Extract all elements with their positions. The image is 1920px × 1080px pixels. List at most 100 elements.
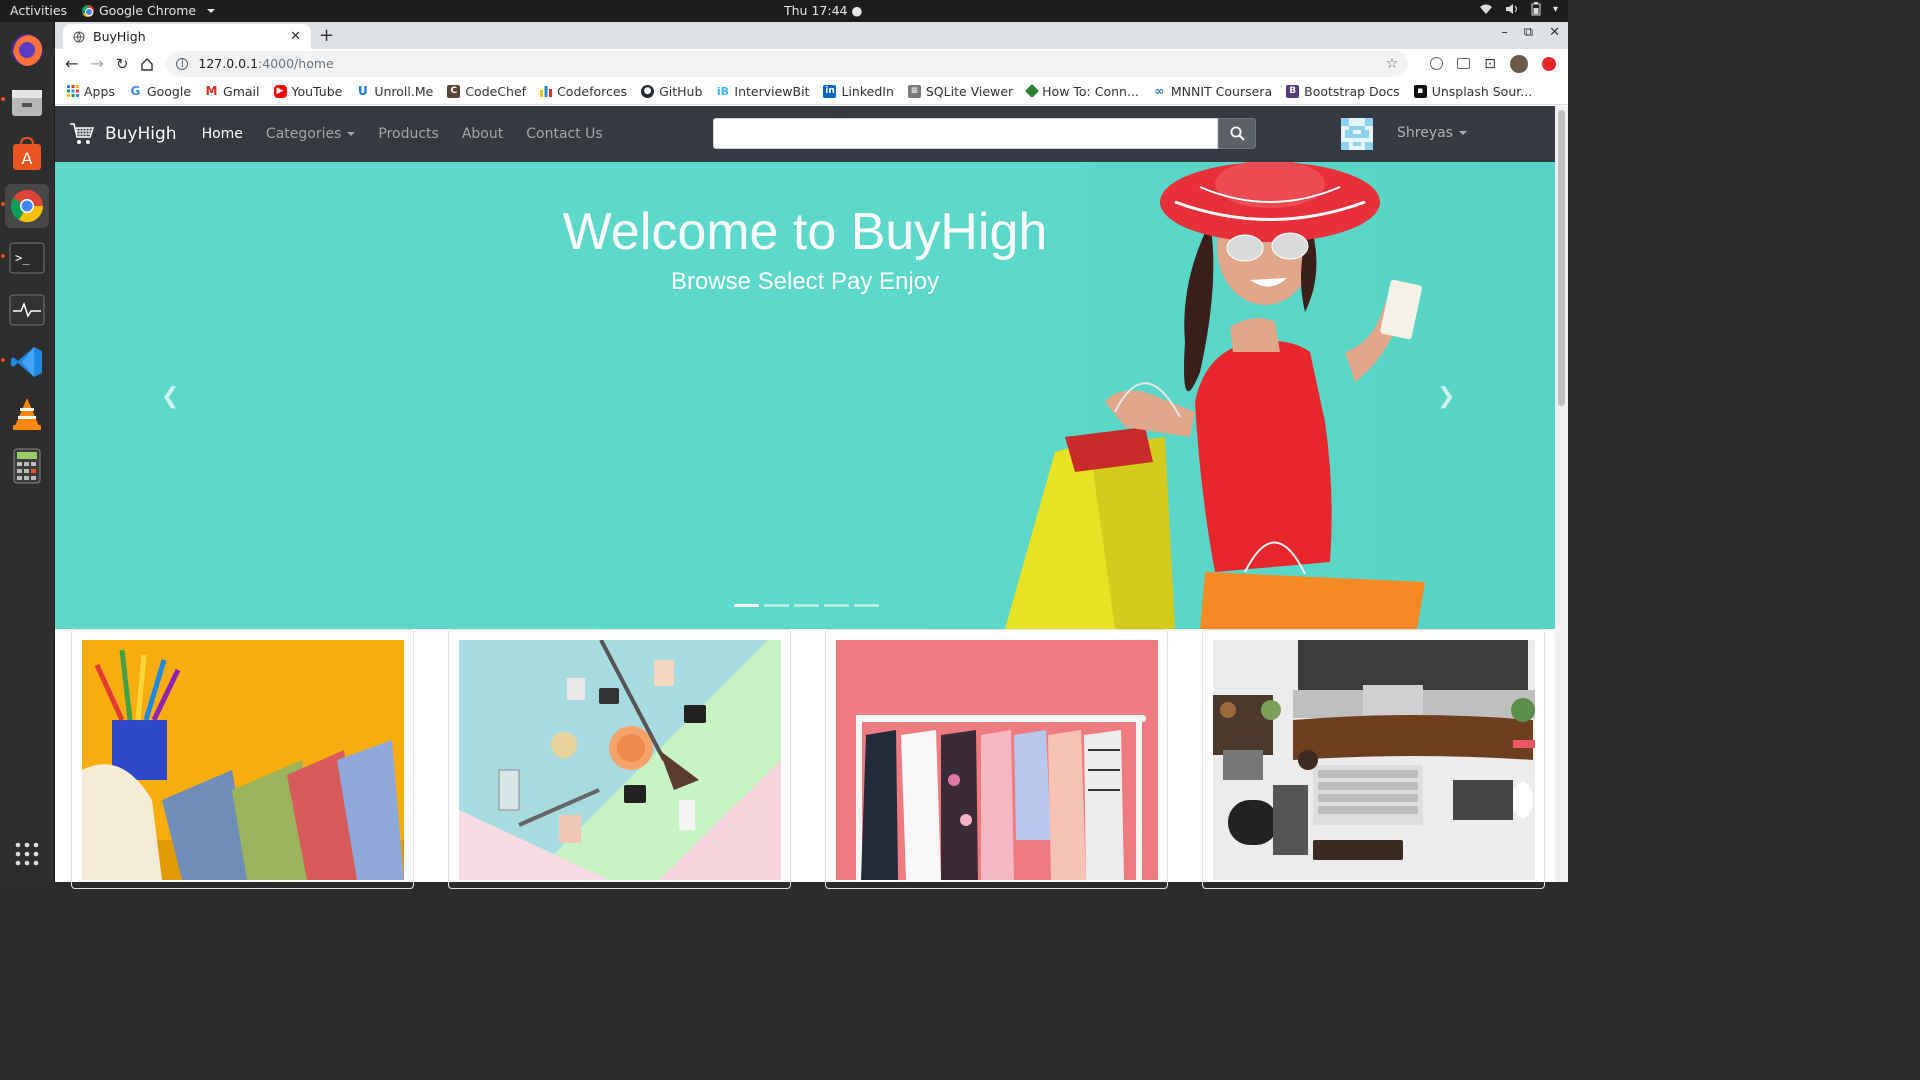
carousel-indicator-2[interactable] bbox=[764, 604, 789, 607]
bookmark-how-to[interactable]: How To: Conn... bbox=[1025, 84, 1139, 99]
nav-about[interactable]: About bbox=[462, 126, 503, 142]
bookmark-linkedin[interactable]: in LinkedIn bbox=[823, 84, 894, 99]
bookmark-youtube[interactable]: ▶ YouTube bbox=[273, 84, 342, 99]
bookmark-interviewbit[interactable]: iB InterviewBit bbox=[716, 84, 810, 99]
scrollbar-thumb[interactable] bbox=[1558, 110, 1565, 406]
nav-categories[interactable]: Categories bbox=[266, 126, 356, 142]
terminal-icon[interactable]: >_ bbox=[5, 236, 49, 280]
system-monitor-icon[interactable] bbox=[5, 288, 49, 332]
profile-avatar[interactable] bbox=[1510, 54, 1528, 73]
cosmetics-image bbox=[459, 640, 781, 880]
power-menu-icon: ▾ bbox=[1552, 3, 1558, 15]
bookmark-star-icon[interactable]: ☆ bbox=[1386, 56, 1399, 72]
system-tray[interactable]: ▾ bbox=[1479, 2, 1558, 16]
bookmark-mnnit-coursera[interactable]: ∞ MNNIT Coursera bbox=[1153, 84, 1272, 99]
interviewbit-icon: iB bbox=[716, 84, 729, 98]
bookmark-codeforces[interactable]: Codeforces bbox=[540, 84, 627, 99]
category-card-electronics[interactable] bbox=[1202, 629, 1545, 889]
firefox-icon[interactable] bbox=[5, 28, 49, 72]
svg-text:>_: >_ bbox=[15, 251, 30, 265]
brand[interactable]: BuyHigh bbox=[69, 122, 177, 146]
back-icon[interactable]: ← bbox=[65, 54, 78, 73]
sqlite-icon: ≡ bbox=[907, 84, 921, 98]
extension-icon-2[interactable] bbox=[1457, 58, 1471, 69]
system-top-bar: Activities Google Chrome Thu 17:44 ● ▾ bbox=[0, 0, 1568, 22]
search-button[interactable] bbox=[1218, 118, 1256, 149]
nav-contact[interactable]: Contact Us bbox=[526, 126, 602, 142]
tab-strip: BuyHigh ✕ + – ⧉ ✕ bbox=[55, 22, 1568, 49]
category-cards bbox=[55, 629, 1555, 889]
window-controls: – ⧉ ✕ bbox=[1501, 25, 1560, 40]
tab-buyhigh[interactable]: BuyHigh ✕ bbox=[63, 24, 311, 49]
search-form bbox=[713, 118, 1256, 149]
unsplash-icon: ▪ bbox=[1413, 84, 1427, 98]
bookmark-unsplash[interactable]: ▪ Unsplash Sour... bbox=[1413, 84, 1532, 99]
category-card-cosmetics[interactable] bbox=[448, 629, 791, 889]
files-icon[interactable] bbox=[5, 80, 49, 124]
close-window-icon[interactable]: ✕ bbox=[1549, 25, 1560, 40]
extension-icon-1[interactable] bbox=[1430, 57, 1444, 70]
browser-window: BuyHigh ✕ + – ⧉ ✕ ← → ↻ i 127.0.0.1:4000… bbox=[55, 22, 1568, 889]
bookmark-sqlite-viewer[interactable]: ≡ SQLite Viewer bbox=[907, 84, 1013, 99]
calculator-icon[interactable] bbox=[5, 444, 49, 488]
carousel-prev-icon[interactable]: ❮ bbox=[161, 384, 179, 409]
chrome-dock-icon[interactable] bbox=[5, 184, 49, 228]
carousel-indicator-5[interactable] bbox=[854, 604, 879, 607]
volume-icon bbox=[1505, 4, 1517, 14]
address-bar[interactable]: i 127.0.0.1:4000/home ☆ bbox=[166, 50, 1409, 77]
electronics-image bbox=[1213, 640, 1535, 880]
nav-products[interactable]: Products bbox=[378, 126, 438, 142]
page-scrollbar[interactable] bbox=[1555, 106, 1568, 882]
hero-carousel: Welcome to BuyHigh Browse Select Pay Enj… bbox=[55, 162, 1555, 629]
bookmarks-bar: Apps G Google M Gmail ▶ YouTube U Unroll.Me … bbox=[55, 78, 1568, 105]
extension-icon-3[interactable]: ⊡ bbox=[1484, 56, 1496, 72]
youtube-icon: ▶ bbox=[273, 84, 287, 98]
reload-icon[interactable]: ↻ bbox=[116, 55, 129, 73]
user-avatar[interactable] bbox=[1341, 118, 1373, 150]
vlc-icon[interactable] bbox=[5, 392, 49, 436]
nav-home[interactable]: Home bbox=[202, 126, 243, 142]
nav-links: Home Categories Products About Contact U… bbox=[202, 126, 603, 142]
category-card-clothing[interactable] bbox=[825, 629, 1168, 889]
bookmark-codechef[interactable]: C CodeChef bbox=[447, 84, 526, 99]
bookmark-unrollme[interactable]: U Unroll.Me bbox=[356, 84, 433, 99]
show-applications-icon[interactable] bbox=[5, 832, 49, 876]
wifi-icon bbox=[1479, 4, 1492, 14]
bookmark-google[interactable]: G Google bbox=[129, 84, 192, 99]
carousel-indicator-4[interactable] bbox=[824, 604, 849, 607]
activities-button[interactable]: Activities bbox=[10, 3, 67, 18]
linkedin-icon: in bbox=[823, 84, 837, 98]
search-input[interactable] bbox=[713, 118, 1218, 149]
carousel-next-icon[interactable]: ❯ bbox=[1437, 384, 1455, 409]
close-tab-icon[interactable]: ✕ bbox=[290, 29, 301, 44]
carousel-indicator-1[interactable] bbox=[734, 604, 759, 607]
app-menu[interactable]: Google Chrome bbox=[82, 3, 216, 18]
bookmark-bootstrap-docs[interactable]: B Bootstrap Docs bbox=[1286, 84, 1400, 99]
carousel-indicator-3[interactable] bbox=[794, 604, 819, 607]
coursera-icon: ∞ bbox=[1154, 83, 1165, 98]
new-tab-button[interactable]: + bbox=[319, 25, 334, 46]
search-icon bbox=[1230, 126, 1245, 141]
maximize-icon[interactable]: ⧉ bbox=[1524, 25, 1533, 40]
extension-icon-red[interactable] bbox=[1542, 56, 1556, 71]
bookmark-gmail[interactable]: M Gmail bbox=[205, 84, 260, 99]
battery-icon bbox=[1531, 2, 1541, 16]
url-text: 127.0.0.1:4000/home bbox=[198, 56, 334, 71]
brand-name: BuyHigh bbox=[105, 124, 177, 144]
app-menu-label: Google Chrome bbox=[99, 3, 197, 18]
bookmark-github[interactable]: ● GitHub bbox=[641, 84, 702, 99]
info-icon[interactable]: i bbox=[176, 57, 189, 70]
clock[interactable]: Thu 17:44 ● bbox=[784, 3, 862, 18]
clothing-image bbox=[836, 640, 1158, 880]
category-card-books[interactable] bbox=[71, 629, 414, 889]
minimize-icon[interactable]: – bbox=[1501, 25, 1508, 40]
bookmark-apps[interactable]: Apps bbox=[67, 84, 115, 99]
software-center-icon[interactable]: A bbox=[5, 132, 49, 176]
home-icon[interactable] bbox=[140, 57, 154, 71]
site-navbar: BuyHigh Home Categories Products About C… bbox=[55, 106, 1555, 162]
bootstrap-icon: B bbox=[1286, 84, 1300, 98]
user-menu[interactable]: Shreyas bbox=[1397, 125, 1467, 141]
vscode-icon[interactable] bbox=[5, 340, 49, 384]
chrome-icon bbox=[82, 4, 94, 17]
forward-icon[interactable]: → bbox=[90, 54, 103, 73]
